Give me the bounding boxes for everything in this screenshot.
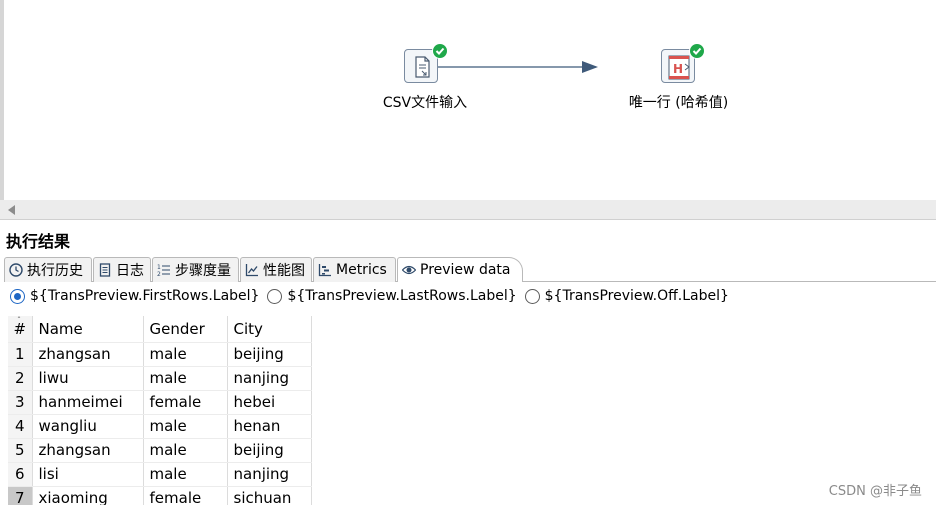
off-radio[interactable] [524, 288, 540, 304]
cell-gender: male [143, 438, 228, 463]
cell-city: sichuan [227, 486, 312, 505]
cell-name: zhangsan [32, 342, 144, 367]
preview-options: ${TransPreview.FirstRows.Label} ${TransP… [0, 282, 936, 310]
cell-city: nanjing [227, 366, 312, 391]
cell-name: wangliu [32, 414, 144, 439]
cell-gender: male [143, 366, 228, 391]
option-label: ${TransPreview.FirstRows.Label} [30, 288, 260, 304]
sort-up-icon: ˆ [17, 316, 21, 325]
cell-gender: female [143, 486, 228, 505]
canvas-horizontal-scrollbar[interactable] [0, 200, 936, 220]
last-rows-radio[interactable] [267, 288, 283, 304]
cell-city: hebei [227, 390, 312, 415]
last-rows-option[interactable]: ${TransPreview.LastRows.Label} [267, 288, 517, 304]
cell-city: henan [227, 414, 312, 439]
table-row[interactable]: 5 zhangsan male beijing [8, 438, 312, 463]
watermark: CSDN @非子鱼 [828, 484, 922, 499]
scroll-left-arrow-icon[interactable] [8, 205, 15, 215]
column-header-index[interactable]: ˆ # [8, 316, 33, 343]
row-index: 3 [8, 390, 33, 415]
tab-label: 性能图 [263, 263, 305, 279]
cell-city: beijing [227, 342, 312, 367]
svg-text:H: H [673, 62, 683, 76]
tab-performance-graph[interactable]: 性能图 [240, 257, 312, 282]
option-label: ${TransPreview.Off.Label} [544, 288, 729, 304]
success-check-icon [689, 43, 705, 59]
cell-name: hanmeimei [32, 390, 144, 415]
tab-label: Preview data [420, 262, 511, 278]
cell-city: beijing [227, 438, 312, 463]
line-chart-icon [245, 263, 259, 277]
table-row[interactable]: 2 liwu male nanjing [8, 366, 312, 391]
eye-icon [401, 263, 417, 277]
tab-preview-data[interactable]: Preview data [397, 257, 523, 282]
row-index: 1 [8, 342, 33, 367]
success-check-icon [432, 43, 448, 59]
cell-name: liwu [32, 366, 144, 391]
svg-text:1: 1 [157, 264, 161, 271]
table-header-row: ˆ # Name Gender City [8, 316, 312, 343]
tab-execution-history[interactable]: 执行历史 [4, 257, 92, 282]
tab-label: Metrics [336, 262, 387, 278]
row-index: 2 [8, 366, 33, 391]
column-header-name[interactable]: Name [32, 316, 144, 343]
step-label: CSV文件输入 [382, 95, 468, 111]
tree-chart-icon [318, 263, 332, 277]
first-rows-radio[interactable] [10, 288, 25, 304]
cell-name: lisi [32, 462, 144, 487]
cell-gender: male [143, 462, 228, 487]
step-label: 唯一行 (哈希值) [628, 95, 729, 111]
tab-log[interactable]: 日志 [93, 257, 151, 282]
column-header-gender[interactable]: Gender [143, 316, 228, 343]
preview-data-table: ˆ # Name Gender City 1 zhangsan male beijin… [8, 316, 312, 505]
option-label: ${TransPreview.LastRows.Label} [287, 288, 517, 304]
cell-gender: male [143, 414, 228, 439]
row-index: 6 [8, 462, 33, 487]
cell-name: zhangsan [32, 438, 144, 463]
tab-label: 执行历史 [27, 263, 83, 279]
table-row[interactable]: 1 zhangsan male beijing [8, 342, 312, 367]
cell-city: nanjing [227, 462, 312, 487]
row-index: 5 [8, 438, 33, 463]
hop-arrow[interactable] [4, 0, 936, 200]
tab-metrics[interactable]: Metrics [313, 257, 396, 282]
numbered-list-icon: 12 [157, 263, 171, 278]
clock-icon [9, 263, 23, 277]
svg-text:2: 2 [157, 271, 161, 277]
table-row[interactable]: 3 hanmeimei female hebei [8, 390, 312, 415]
row-index: 7 [8, 486, 33, 505]
table-row[interactable]: 6 lisi male nanjing [8, 462, 312, 487]
tab-label: 步骤度量 [175, 263, 231, 279]
results-panel-title: 执行结果 [6, 232, 71, 251]
off-option[interactable]: ${TransPreview.Off.Label} [524, 288, 729, 304]
tab-step-metrics[interactable]: 12 步骤度量 [152, 257, 239, 282]
document-icon [98, 263, 112, 277]
column-header-city[interactable]: City [227, 316, 312, 343]
first-rows-option[interactable]: ${TransPreview.FirstRows.Label} [10, 288, 259, 304]
table-row[interactable]: 7 xiaoming female sichuan [8, 486, 312, 505]
table-row[interactable]: 4 wangliu male henan [8, 414, 312, 439]
tab-label: 日志 [116, 263, 144, 279]
hop-arrowhead [582, 61, 598, 73]
cell-gender: male [143, 342, 228, 367]
row-index: 4 [8, 414, 33, 439]
cell-gender: female [143, 390, 228, 415]
transformation-canvas[interactable]: CSV文件输入 H 唯一行 (哈希值) [0, 0, 936, 200]
results-tab-bar: 执行历史 日志 12 步骤度量 性能图 Metrics Preview data [4, 257, 936, 282]
cell-name: xiaoming [32, 486, 144, 505]
